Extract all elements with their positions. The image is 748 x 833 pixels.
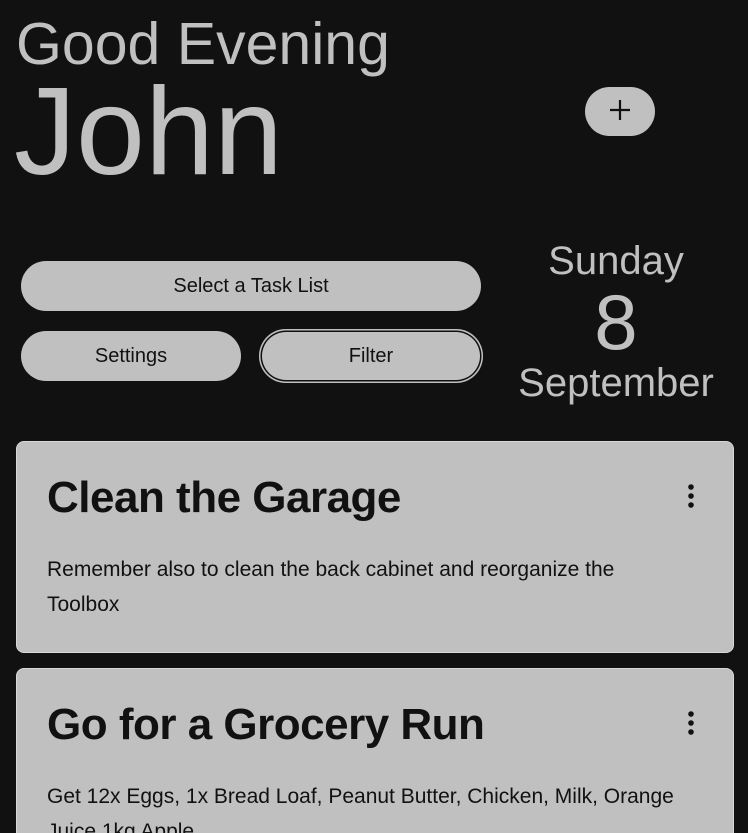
task-title: Clean the Garage	[47, 473, 401, 522]
task-description: Remember also to clean the back cabinet …	[47, 558, 615, 616]
user-name: John	[14, 63, 283, 201]
filter-button[interactable]: Filter	[259, 329, 483, 383]
task-card[interactable]: Go for a Grocery Run Get 12x Eggs, 1x Br…	[16, 668, 734, 833]
plus-icon	[608, 98, 632, 125]
task-card[interactable]: Clean the Garage Remember also to clean …	[16, 441, 734, 653]
date-display: Sunday 8 September	[500, 238, 732, 406]
task-title: Go for a Grocery Run	[47, 700, 485, 749]
more-vertical-icon	[687, 482, 695, 515]
more-vertical-icon	[687, 709, 695, 742]
settings-button[interactable]: Settings	[21, 331, 241, 381]
add-task-button[interactable]	[585, 87, 655, 136]
date-day: 8	[594, 278, 638, 366]
date-month: September	[518, 361, 714, 405]
select-task-list-button[interactable]: Select a Task List	[21, 261, 481, 311]
task-description: Get 12x Eggs, 1x Bread Loaf, Peanut Butt…	[47, 785, 674, 833]
task-menu-button[interactable]	[677, 707, 705, 743]
task-menu-button[interactable]	[677, 480, 705, 516]
